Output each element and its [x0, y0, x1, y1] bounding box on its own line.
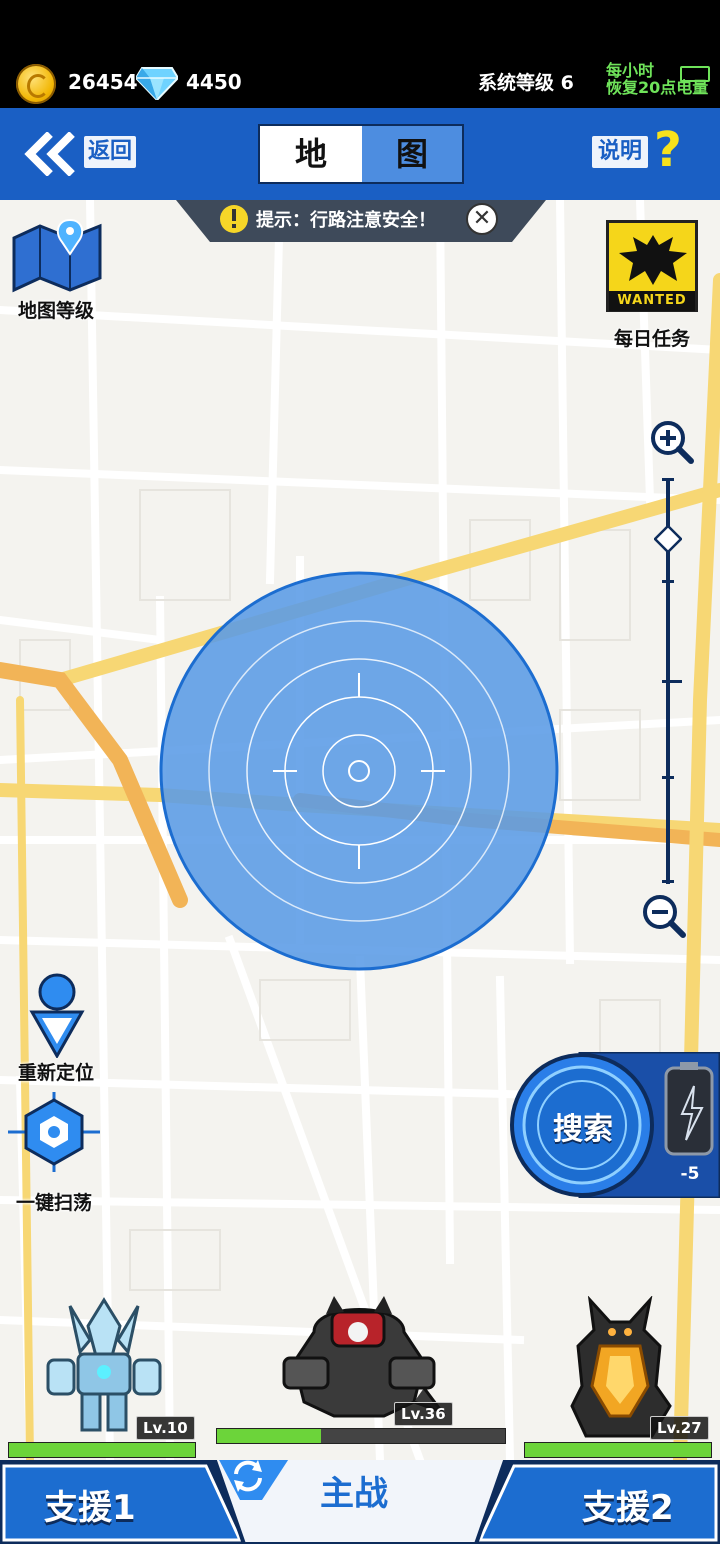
zoom-tick	[662, 580, 674, 583]
search-button[interactable]: 搜索	[546, 1104, 620, 1148]
sweep-button[interactable]	[8, 1092, 100, 1172]
support1-hp-fill	[9, 1443, 195, 1457]
daily-task-label: 每日任务	[613, 328, 690, 350]
monster-silhouette-icon	[619, 235, 687, 285]
map-icon	[12, 218, 102, 293]
gem-icon	[136, 67, 178, 100]
scan-radar	[159, 571, 559, 971]
title-part2: 图	[362, 126, 462, 182]
zoom-in-icon[interactable]	[650, 420, 694, 464]
double-chevron-left-icon	[24, 132, 75, 176]
gem-count: 4450	[186, 70, 242, 94]
zoom-tick	[662, 880, 674, 883]
map-level-button[interactable]	[10, 216, 104, 296]
battery-icon	[680, 66, 710, 82]
main-hp-bar	[216, 1428, 506, 1444]
swap-icon[interactable]	[228, 1456, 268, 1496]
zoom-tick	[662, 478, 674, 481]
support2-hp-bar	[524, 1442, 712, 1458]
relocate-label: 重新定位	[17, 1062, 94, 1084]
sweep-label: 一键扫荡	[15, 1192, 92, 1214]
main-tab[interactable]: 主战	[320, 1466, 388, 1515]
support1-level: Lv.10	[136, 1416, 195, 1440]
question-icon[interactable]: ?	[654, 120, 682, 180]
zoom-tick	[662, 776, 674, 779]
support2-level: Lv.27	[650, 1416, 709, 1440]
back-label[interactable]: 返回	[84, 136, 136, 168]
zoom-handle[interactable]	[654, 524, 682, 553]
support1-hp-bar	[8, 1442, 196, 1458]
map-level-label: 地图等级	[17, 300, 94, 322]
wanted-text: WANTED	[609, 291, 695, 311]
daily-task-button[interactable]: WANTED	[606, 220, 698, 312]
energy-cost: -5	[680, 1164, 700, 1184]
support2-tab[interactable]: 支援2	[582, 1480, 674, 1529]
main-hp-fill	[217, 1429, 321, 1443]
relocate-button[interactable]	[28, 972, 86, 1058]
help-button[interactable]: 说明	[592, 136, 648, 168]
tip-text: 提示：行路注意安全！	[256, 210, 436, 231]
map-view[interactable]	[0, 200, 720, 1460]
title-part1: 地	[294, 135, 327, 173]
support2-hp-fill	[525, 1443, 711, 1457]
support1-monster[interactable]	[44, 1296, 164, 1436]
coin-icon	[16, 64, 56, 104]
coin-count: 26454	[68, 70, 138, 94]
support1-tab[interactable]: 支援1	[44, 1480, 136, 1529]
main-level: Lv.36	[394, 1402, 453, 1426]
close-icon[interactable]: ✕	[466, 203, 498, 235]
zoom-out-icon[interactable]	[642, 894, 686, 938]
zoom-tick	[662, 680, 682, 683]
page-title: 地 图	[258, 124, 464, 184]
system-level: 系统等级 6	[478, 72, 574, 94]
